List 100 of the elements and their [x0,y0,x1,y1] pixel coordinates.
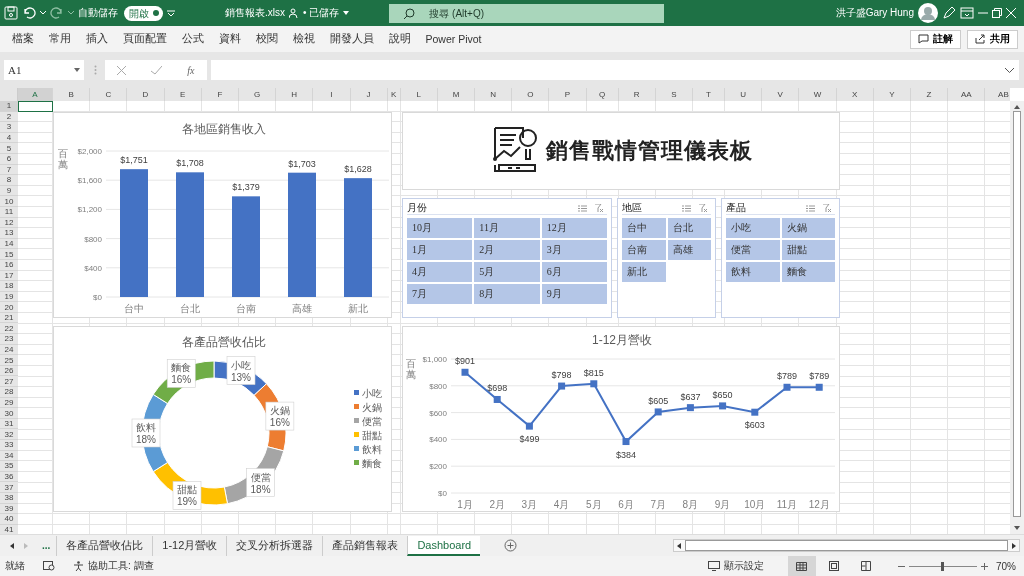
ribbon-tab[interactable]: 說明 [381,26,418,52]
expand-icon[interactable] [1005,67,1014,73]
slicer-item[interactable]: 9月 [541,284,607,304]
zoom-level[interactable]: 70% [996,560,1016,572]
scroll-left-icon[interactable] [677,542,681,549]
comment-button[interactable]: 註解 [910,29,961,49]
zoom-slider-thumb[interactable] [941,561,945,571]
ribbon-tab[interactable]: 校閱 [248,26,285,52]
sheet-tab[interactable]: 交叉分析拆選器 [226,535,323,556]
undo-icon[interactable] [22,6,36,20]
chart-title: 各地區銷售收入 [182,122,266,136]
slicer-item[interactable]: 麵食 [781,262,835,282]
slicer-item[interactable]: 5月 [474,262,540,282]
axis-label: 9月 [714,499,731,510]
previous-sheet-icon[interactable] [10,542,14,549]
ribbon-display-icon[interactable] [960,7,974,19]
macro-record-icon[interactable] [43,561,55,571]
search-field[interactable]: 搜尋 (Alt+Q) [389,3,665,23]
more-sheets[interactable]: ... [42,540,51,551]
ribbon-tab[interactable]: 檔案 [4,26,41,52]
ribbon-tab[interactable]: 開發人員 [322,26,381,52]
slicer-item[interactable]: 8月 [474,284,540,304]
autosave-toggle[interactable]: 開啟 [124,5,163,21]
slicer-item[interactable]: 1月 [407,240,473,260]
name-box[interactable]: A1 [4,60,84,80]
multi-select-icon[interactable] [682,204,691,212]
multi-select-icon[interactable] [578,204,587,212]
add-sheet-icon[interactable] [504,539,518,552]
data-label: $1,379 [232,182,260,193]
formula-field[interactable] [211,60,1019,80]
caret-icon[interactable] [343,11,350,15]
horizontal-scrollbar[interactable] [673,539,1020,552]
chart-title: 各產品營收佔比 [182,335,266,349]
scroll-down-icon[interactable] [1014,526,1020,530]
slicer-item[interactable]: 台中 [622,218,666,238]
check-icon[interactable] [151,65,163,75]
ribbon-tab[interactable]: 頁面配置 [115,26,174,52]
vertical-scrollbar[interactable] [1010,101,1024,534]
slicer-item[interactable]: 台北 [667,218,711,238]
slicer-item[interactable]: 新北 [622,262,666,282]
normal-view-button[interactable] [788,556,816,576]
clear-filter-icon[interactable] [699,204,708,212]
slicer-item[interactable]: 10月 [407,218,473,238]
clear-filter-icon[interactable] [823,204,832,212]
slicer-item[interactable]: 火鍋 [781,218,835,238]
slicer-item[interactable]: 小吃 [726,218,780,238]
avatar-icon[interactable] [918,3,938,23]
ribbon-tab[interactable]: 公式 [174,26,211,52]
zoom-in-icon[interactable] [981,562,988,570]
slicer-item[interactable]: 台南 [622,240,666,260]
slicer-item[interactable]: 2月 [474,240,540,260]
page-break-icon [861,561,871,571]
clear-filter-icon[interactable] [595,204,604,212]
scroll-up-icon[interactable] [1014,105,1020,109]
accessibility-icon[interactable] [73,560,84,572]
display-settings-icon[interactable] [708,561,720,571]
ribbon-tab[interactable]: 檢視 [285,26,322,52]
caret-icon[interactable] [68,11,74,15]
person-icon[interactable] [289,8,299,18]
slicer-item[interactable]: 7月 [407,284,473,304]
multi-select-icon[interactable] [806,204,815,212]
slicer-item[interactable]: 6月 [541,262,607,282]
sheet-tab[interactable]: 1-12月營收 [152,535,227,556]
slicer-item[interactable]: 甜點 [781,240,835,260]
slicer-item[interactable]: 飲料 [726,262,780,282]
insert-function-button[interactable]: fx [187,64,195,76]
sheet-tab[interactable]: Dashboard [407,535,481,556]
ribbon-tab[interactable]: Power Pivot [418,26,490,52]
slicer-item[interactable]: 3月 [541,240,607,260]
ribbon-tab[interactable]: 常用 [41,26,78,52]
pen-icon[interactable] [942,6,956,20]
axis-label: $800 [84,234,102,244]
restore-icon[interactable] [992,8,1002,18]
customize-icon[interactable] [167,9,175,17]
save-status[interactable]: • 已儲存 [303,6,340,20]
ribbon-tab[interactable]: 插入 [78,26,115,52]
accessibility-status[interactable]: 協助工具: 調查 [88,559,154,573]
slicer-item[interactable]: 高雄 [667,240,711,260]
scroll-right-icon[interactable] [1012,542,1016,549]
share-button[interactable]: 共用 [967,29,1018,49]
redo-icon[interactable] [50,6,64,20]
slicer-item[interactable]: 11月 [474,218,540,238]
sheet-tab[interactable]: 各產品營收佔比 [56,535,153,556]
display-settings[interactable]: 顯示設定 [724,559,764,573]
ribbon-tab[interactable]: 資料 [211,26,248,52]
slicer-item[interactable]: 4月 [407,262,473,282]
slice-label: 小吃 [231,359,252,371]
data-point [461,368,469,376]
save-icon[interactable] [4,6,18,20]
slicer-item[interactable]: 12月 [541,218,607,238]
axis-label: $200 [429,462,447,472]
slicer-item[interactable]: 便當 [726,240,780,260]
data-label: $789 [809,371,830,382]
close-icon[interactable] [1006,8,1016,18]
row-header[interactable]: 1 [0,101,18,112]
selected-cell[interactable] [18,101,53,112]
column-header[interactable]: A [18,88,53,101]
user-name[interactable]: 洪子盛Gary Hung [835,6,914,20]
drag-handle-icon[interactable] [94,65,97,75]
axis-label: $400 [429,435,447,445]
